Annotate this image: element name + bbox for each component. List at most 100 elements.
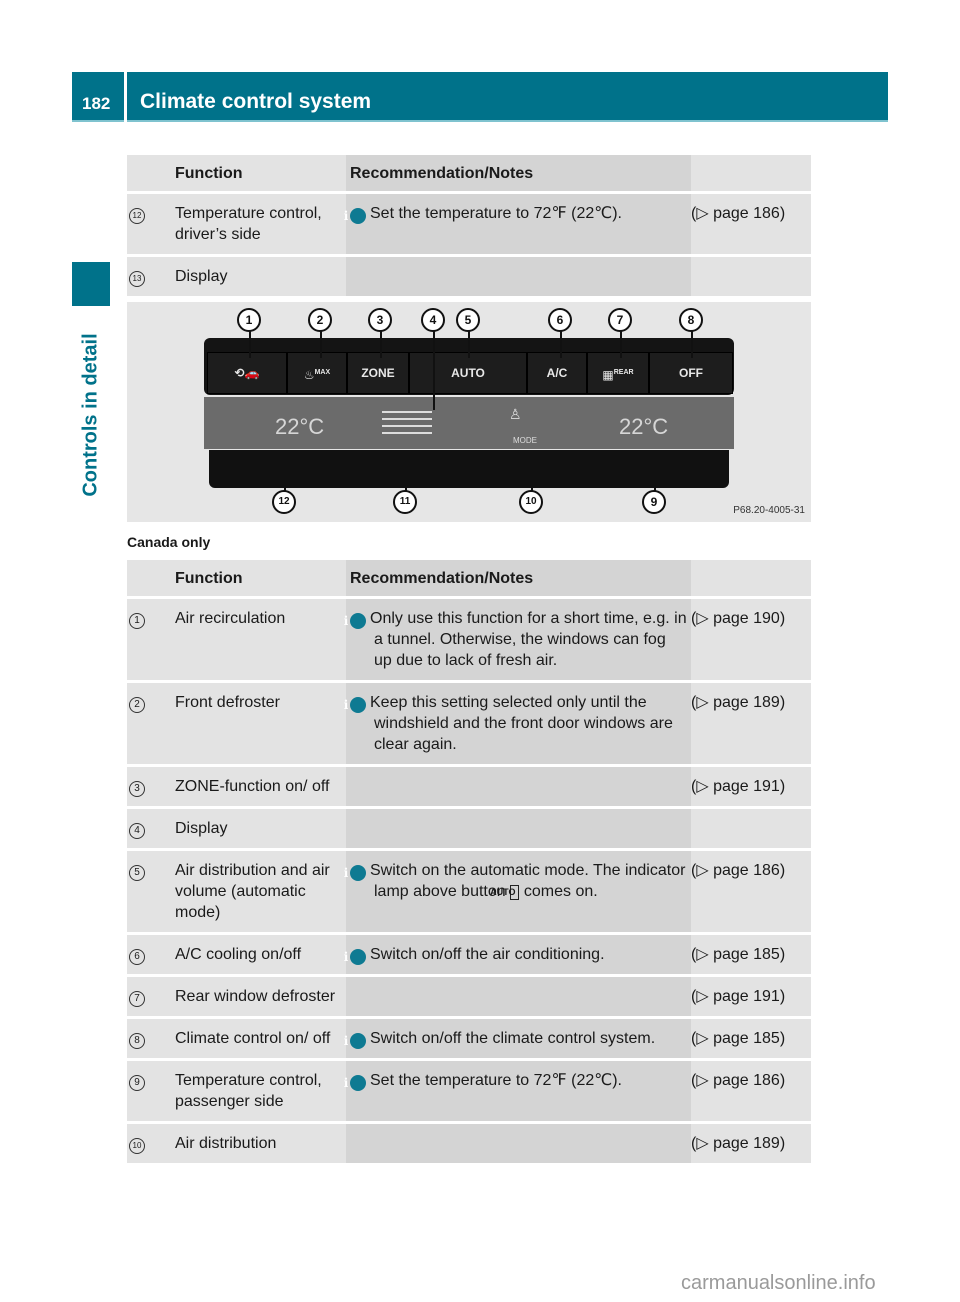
zone-button: ZONE <box>347 352 409 394</box>
rear-defrost-button: ▦REAR <box>587 352 649 394</box>
page-reference[interactable]: (▷ page 191) <box>691 974 811 1016</box>
auto-key-symbol: AUTO <box>490 885 520 900</box>
function-name: Air distribution and air volume (automat… <box>171 848 346 932</box>
page-reference[interactable]: (▷ page 190) <box>691 596 811 680</box>
table-row: 5 Air distribution and air volume (autom… <box>127 848 811 932</box>
info-icon: i <box>344 865 366 881</box>
page-reference[interactable]: (▷ page 186) <box>691 848 811 932</box>
note-text: Switch on/off the air conditioning. <box>370 946 605 963</box>
info-icon: i <box>344 208 366 224</box>
table-row: 8 Climate control on/ off i Switch on/off… <box>127 1016 811 1058</box>
table-caption: Canada only <box>127 534 211 550</box>
off-button: OFF <box>649 352 733 394</box>
function-name: Temperature control, driver’s side <box>171 191 346 254</box>
function-name: Display <box>171 254 346 296</box>
table-row: 7 Rear window defroster (▷ page 191) <box>127 974 811 1016</box>
callout-number: 12 <box>129 208 145 224</box>
table-row: 4 Display <box>127 806 811 848</box>
note-text: Set the temperature to 72℉ (22℃). <box>370 205 622 222</box>
page-reference[interactable]: (▷ page 191) <box>691 764 811 806</box>
climate-control-panel-figure: ⟲🚗 ♨MAX ZONE AUTO A/C ▦REAR OFF 22°C 22°… <box>127 302 811 522</box>
page-reference[interactable]: (▷ page 186) <box>691 1058 811 1121</box>
callout-4: 4 <box>421 308 445 332</box>
header-function: Function <box>171 155 346 191</box>
callout-11: 11 <box>393 490 417 514</box>
page-title: Climate control system <box>140 90 372 113</box>
section-marker <box>72 262 110 306</box>
callout-number: 2 <box>129 697 145 713</box>
windshield-defrost-icon: ♨ <box>303 368 315 382</box>
callout-number: 3 <box>129 781 145 797</box>
function-name: Climate control on/ off <box>171 1016 346 1058</box>
header-notes: Recommendation/Notes <box>346 155 691 191</box>
callout-number: 6 <box>129 949 145 965</box>
page-reference[interactable]: (▷ page 189) <box>691 1121 811 1163</box>
table-row: 13 Display <box>127 254 811 296</box>
function-name: Air recirculation <box>171 596 346 680</box>
callout-9: 9 <box>642 490 666 514</box>
air-distribution-icon: ♙ <box>509 406 522 422</box>
header-function: Function <box>171 560 346 596</box>
mode-label: MODE <box>513 436 537 445</box>
control-table: Function Recommendation/Notes 1 Air reci… <box>127 560 811 1163</box>
function-name: Air distribution <box>171 1121 346 1163</box>
info-icon: i <box>344 613 366 629</box>
function-name: ZONE-function on/ off <box>171 764 346 806</box>
callout-8: 8 <box>679 308 703 332</box>
header-divider <box>124 72 127 122</box>
note-text: Set the temperature to 72℉ (22℃). <box>370 1072 622 1089</box>
function-name: Rear window defroster <box>171 974 346 1016</box>
callout-number: 9 <box>129 1075 145 1091</box>
figure-reference: P68.20-4005-31 <box>733 505 805 516</box>
table-header: Function Recommendation/Notes <box>127 155 811 191</box>
roller-strip <box>209 450 729 488</box>
car-recirculation-icon: ⟲🚗 <box>234 366 260 380</box>
note-text: Switch on/off the climate control system… <box>370 1030 656 1047</box>
section-tab: Controls in detail <box>72 315 110 515</box>
page-reference[interactable]: (▷ page 185) <box>691 1016 811 1058</box>
callout-12: 12 <box>272 490 296 514</box>
header-underline <box>72 120 888 122</box>
ac-button: A/C <box>527 352 587 394</box>
table-row: 9 Temperature control, passenger side iS… <box>127 1058 811 1121</box>
callout-10: 10 <box>519 490 543 514</box>
table-header: Function Recommendation/Notes <box>127 560 811 596</box>
table-row: 12 Temperature control, driver’s side iS… <box>127 191 811 254</box>
rear-defrost-icon: ▦ <box>602 368 614 382</box>
function-name: Display <box>171 806 346 848</box>
table-row: 6 A/C cooling on/off i Switch on/off the … <box>127 932 811 974</box>
table-row: 2 Front defroster i Keep this setting sel… <box>127 680 811 764</box>
auto-button: AUTO <box>409 352 527 394</box>
callout-6: 6 <box>548 308 572 332</box>
note-text: Keep this setting selected only until th… <box>370 694 673 753</box>
function-name: Temperature control, passenger side <box>171 1058 346 1121</box>
callout-2: 2 <box>308 308 332 332</box>
note-text: comes on. <box>523 883 598 900</box>
info-icon: i <box>344 949 366 965</box>
page-reference[interactable]: (▷ page 186) <box>691 191 811 254</box>
callout-number: 4 <box>129 823 145 839</box>
info-icon: i <box>344 1075 366 1091</box>
left-temp-display: 22°C <box>275 414 325 439</box>
callout-number: 1 <box>129 613 145 629</box>
function-name: Front defroster <box>171 680 346 764</box>
section-label: Controls in detail <box>79 333 102 497</box>
right-temp-display: 22°C <box>619 414 669 439</box>
callout-5: 5 <box>456 308 480 332</box>
note-text: Only use this function for a short time,… <box>370 610 687 669</box>
table-row: 3 ZONE-function on/ off (▷ page 191) <box>127 764 811 806</box>
watermark[interactable]: carmanualsonline.info <box>681 1272 876 1295</box>
control-table-continued: Function Recommendation/Notes 12 Tempera… <box>127 155 811 296</box>
callout-number: 8 <box>129 1033 145 1049</box>
table-row: 1 Air recirculation i Only use this funct… <box>127 596 811 680</box>
info-icon: i <box>344 1033 366 1049</box>
table-row: 10 Air distribution (▷ page 189) <box>127 1121 811 1163</box>
fan-level-icon <box>382 406 432 439</box>
callout-number: 13 <box>129 271 145 287</box>
info-icon: i <box>344 697 366 713</box>
page-reference[interactable]: (▷ page 185) <box>691 932 811 974</box>
page-reference[interactable]: (▷ page 189) <box>691 680 811 764</box>
page-number: 182 <box>82 94 111 113</box>
callout-7: 7 <box>608 308 632 332</box>
callout-number: 7 <box>129 991 145 1007</box>
